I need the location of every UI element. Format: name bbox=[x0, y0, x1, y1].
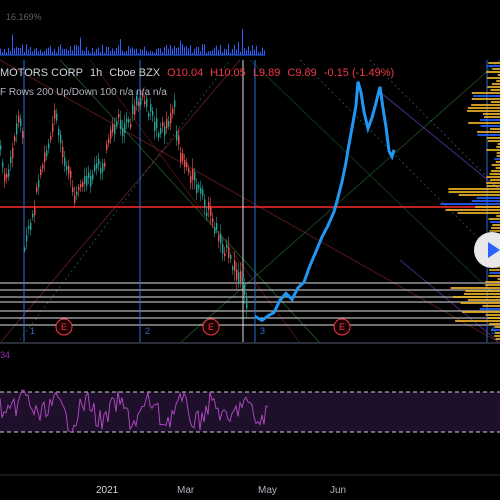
close-value: C9.89 bbox=[287, 67, 317, 79]
earnings-label-2: E bbox=[208, 322, 214, 332]
session-label-5: 5 bbox=[491, 326, 496, 336]
open-value: O10.04 bbox=[167, 67, 204, 79]
session-label-2: 2 bbox=[145, 326, 150, 336]
exchange-label: Cboe BZX bbox=[109, 67, 161, 79]
session-label-3: 3 bbox=[260, 326, 265, 336]
change-value: -0.15 (-1.49%) bbox=[323, 67, 395, 79]
x-axis-label-mar: Mar bbox=[177, 485, 195, 496]
volume-percent: 16.169% bbox=[6, 12, 42, 22]
rsi-value: 34 bbox=[0, 350, 11, 360]
x-axis-label-2021: 2021 bbox=[96, 485, 119, 496]
indicator-value-1: n/a bbox=[119, 87, 134, 98]
symbol-name[interactable]: MOTORS CORP bbox=[0, 67, 83, 79]
earnings-label-3: E bbox=[339, 322, 345, 332]
indicator-legend[interactable]: F Rows 200 Up/Down 100 n/a n/a n/a bbox=[0, 87, 167, 98]
indicator-value-2: n/a bbox=[136, 87, 151, 98]
x-axis-label-jun: Jun bbox=[330, 485, 347, 496]
x-axis-label-may: May bbox=[258, 485, 277, 496]
play-icon bbox=[488, 242, 500, 258]
interval-label[interactable]: 1h bbox=[90, 67, 102, 79]
chart-window: 1 2 3 5 E E E 16.169% MOTORS CORP 1h Cbo… bbox=[0, 0, 500, 500]
indicator-label: F Rows 200 Up/Down 100 bbox=[0, 87, 117, 98]
symbol-header: MOTORS CORP 1h Cboe BZX O10.04 H10.05 L9… bbox=[0, 67, 398, 79]
high-value: H10.05 bbox=[210, 67, 246, 79]
low-value: L9.89 bbox=[252, 67, 281, 79]
session-label-1: 1 bbox=[30, 326, 35, 336]
indicator-value-3: n/a bbox=[152, 87, 167, 98]
earnings-label-1: E bbox=[61, 322, 67, 332]
